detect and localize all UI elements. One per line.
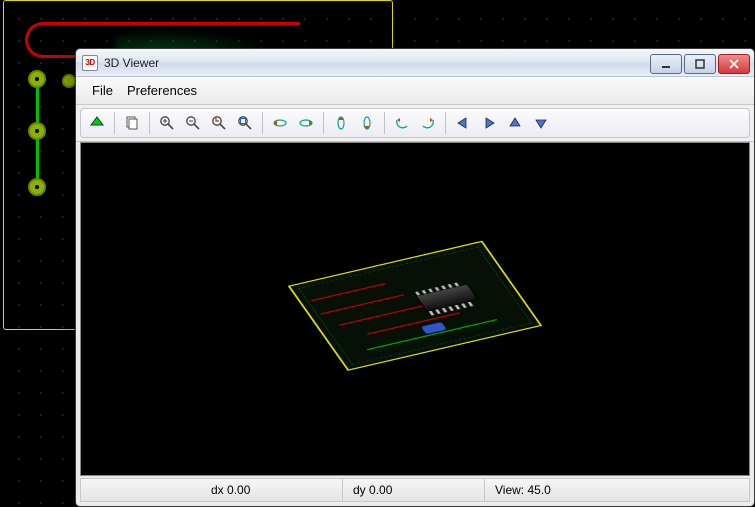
toolbar bbox=[80, 108, 750, 138]
rotate-z-pos-button[interactable] bbox=[416, 111, 440, 135]
status-dy: dy 0.00 bbox=[343, 479, 485, 501]
menubar: File Preferences bbox=[76, 77, 754, 105]
pad bbox=[28, 122, 46, 140]
pan-left-button[interactable] bbox=[451, 111, 475, 135]
rotate-z-neg-button[interactable] bbox=[390, 111, 414, 135]
status-dx: dx 0.00 bbox=[201, 479, 343, 501]
minimize-button[interactable] bbox=[650, 54, 682, 74]
rotate-y-pos-button[interactable] bbox=[355, 111, 379, 135]
pcb-board bbox=[288, 241, 543, 371]
app-icon: 3D bbox=[82, 55, 98, 71]
ic-chip bbox=[415, 284, 478, 312]
capacitor-red bbox=[484, 310, 508, 316]
close-button[interactable] bbox=[718, 54, 750, 74]
status-view: View: 45.0 bbox=[485, 479, 561, 501]
zoom-in-button[interactable] bbox=[155, 111, 179, 135]
via bbox=[62, 74, 76, 88]
3d-viewer-window: 3D 3D Viewer File Preferences bbox=[75, 48, 755, 507]
reload-button[interactable] bbox=[85, 111, 109, 135]
pan-right-button[interactable] bbox=[477, 111, 501, 135]
statusbar: dx 0.00 dy 0.00 View: 45.0 bbox=[80, 478, 750, 502]
pan-down-button[interactable] bbox=[529, 111, 553, 135]
zoom-out-button[interactable] bbox=[181, 111, 205, 135]
zoom-redraw-button[interactable] bbox=[207, 111, 231, 135]
window-title: 3D Viewer bbox=[104, 56, 159, 70]
3d-scene bbox=[288, 241, 543, 371]
rotate-x-pos-button[interactable] bbox=[294, 111, 318, 135]
maximize-button[interactable] bbox=[684, 54, 716, 74]
pad bbox=[28, 178, 46, 196]
menu-file[interactable]: File bbox=[86, 81, 119, 100]
copy-button[interactable] bbox=[120, 111, 144, 135]
toolbar-container bbox=[76, 105, 754, 142]
zoom-fit-button[interactable] bbox=[233, 111, 257, 135]
pad bbox=[28, 70, 46, 88]
capacitor bbox=[396, 291, 415, 295]
menu-preferences[interactable]: Preferences bbox=[121, 81, 203, 100]
titlebar[interactable]: 3D 3D Viewer bbox=[76, 49, 754, 77]
rotate-y-neg-button[interactable] bbox=[329, 111, 353, 135]
3d-viewport[interactable] bbox=[80, 142, 750, 476]
rotate-x-neg-button[interactable] bbox=[268, 111, 292, 135]
pan-up-button[interactable] bbox=[503, 111, 527, 135]
small-component bbox=[421, 322, 447, 334]
